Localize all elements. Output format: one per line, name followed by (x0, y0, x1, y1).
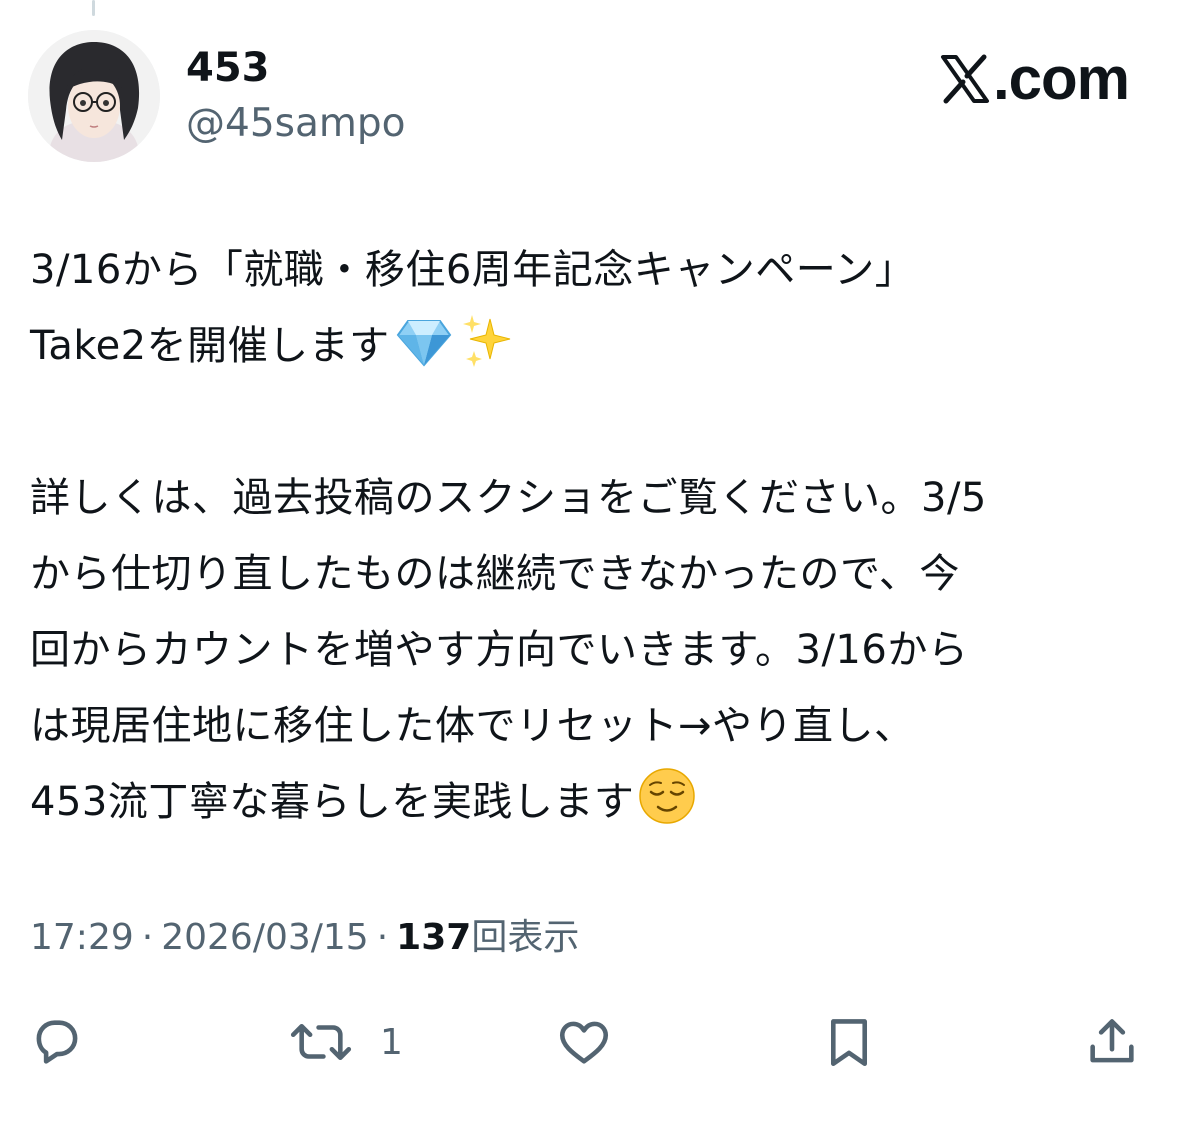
retweet-icon (286, 1013, 356, 1071)
retweet-count: 1 (380, 1021, 403, 1063)
views-label: 回表示 (471, 917, 580, 958)
bookmark-button[interactable] (820, 1010, 878, 1074)
relieved-face-icon (638, 767, 696, 825)
like-button[interactable] (554, 1010, 614, 1074)
heart-icon (554, 1013, 614, 1071)
tweet-line-text: Take2を開催します (30, 323, 390, 369)
display-name[interactable]: 453 (186, 42, 270, 94)
share-icon (1083, 1013, 1141, 1071)
avatar[interactable] (28, 30, 160, 162)
tweet-line: Take2を開催します (30, 308, 1160, 384)
brand-watermark: .com (939, 45, 1130, 112)
share-button[interactable] (1083, 1010, 1141, 1074)
user-handle[interactable]: @45sampo (186, 98, 405, 150)
tweet-time[interactable]: 17:29 (30, 917, 134, 958)
gem-icon (394, 313, 454, 369)
reply-icon (28, 1013, 86, 1071)
views-count: 137 (396, 917, 472, 958)
tweet-line: 詳しくは、過去投稿のスクショをご覧ください。3/5 (30, 475, 987, 521)
sparkles-icon (458, 313, 518, 369)
separator: · (376, 917, 389, 958)
tweet-line-text: 453流丁寧な暮らしを実践します (30, 779, 635, 825)
avatar-image (28, 30, 160, 162)
reply-button[interactable] (28, 1010, 86, 1074)
tweet-line: 3/16から「就職・移住6周年記念キャンペーン」 (30, 247, 916, 293)
thread-connector-line (92, 0, 95, 16)
tweet-line: 453流丁寧な暮らしを実践します (30, 764, 1160, 840)
tweet-line: から仕切り直したものは継続できなかったので、今 (30, 551, 960, 597)
tweet-line: は現居住地に移住した体でリセット→やり直し、 (30, 703, 915, 749)
x-logo-icon (939, 54, 991, 104)
separator: · (141, 917, 154, 958)
bookmark-icon (820, 1013, 878, 1071)
retweet-button[interactable]: 1 (286, 1010, 403, 1074)
brand-text: .com (992, 45, 1130, 112)
action-bar: 1 (0, 1010, 1179, 1074)
tweet-date[interactable]: 2026/03/15 (161, 917, 369, 958)
tweet-metadata: 17:29 · 2026/03/15 · 137回表示 (30, 912, 579, 964)
tweet-text: 3/16から「就職・移住6周年記念キャンペーン」 Take2を開催します 詳しく… (30, 232, 1160, 840)
tweet-line: 回からカウントを増やす方向でいきます。3/16から (30, 627, 969, 673)
